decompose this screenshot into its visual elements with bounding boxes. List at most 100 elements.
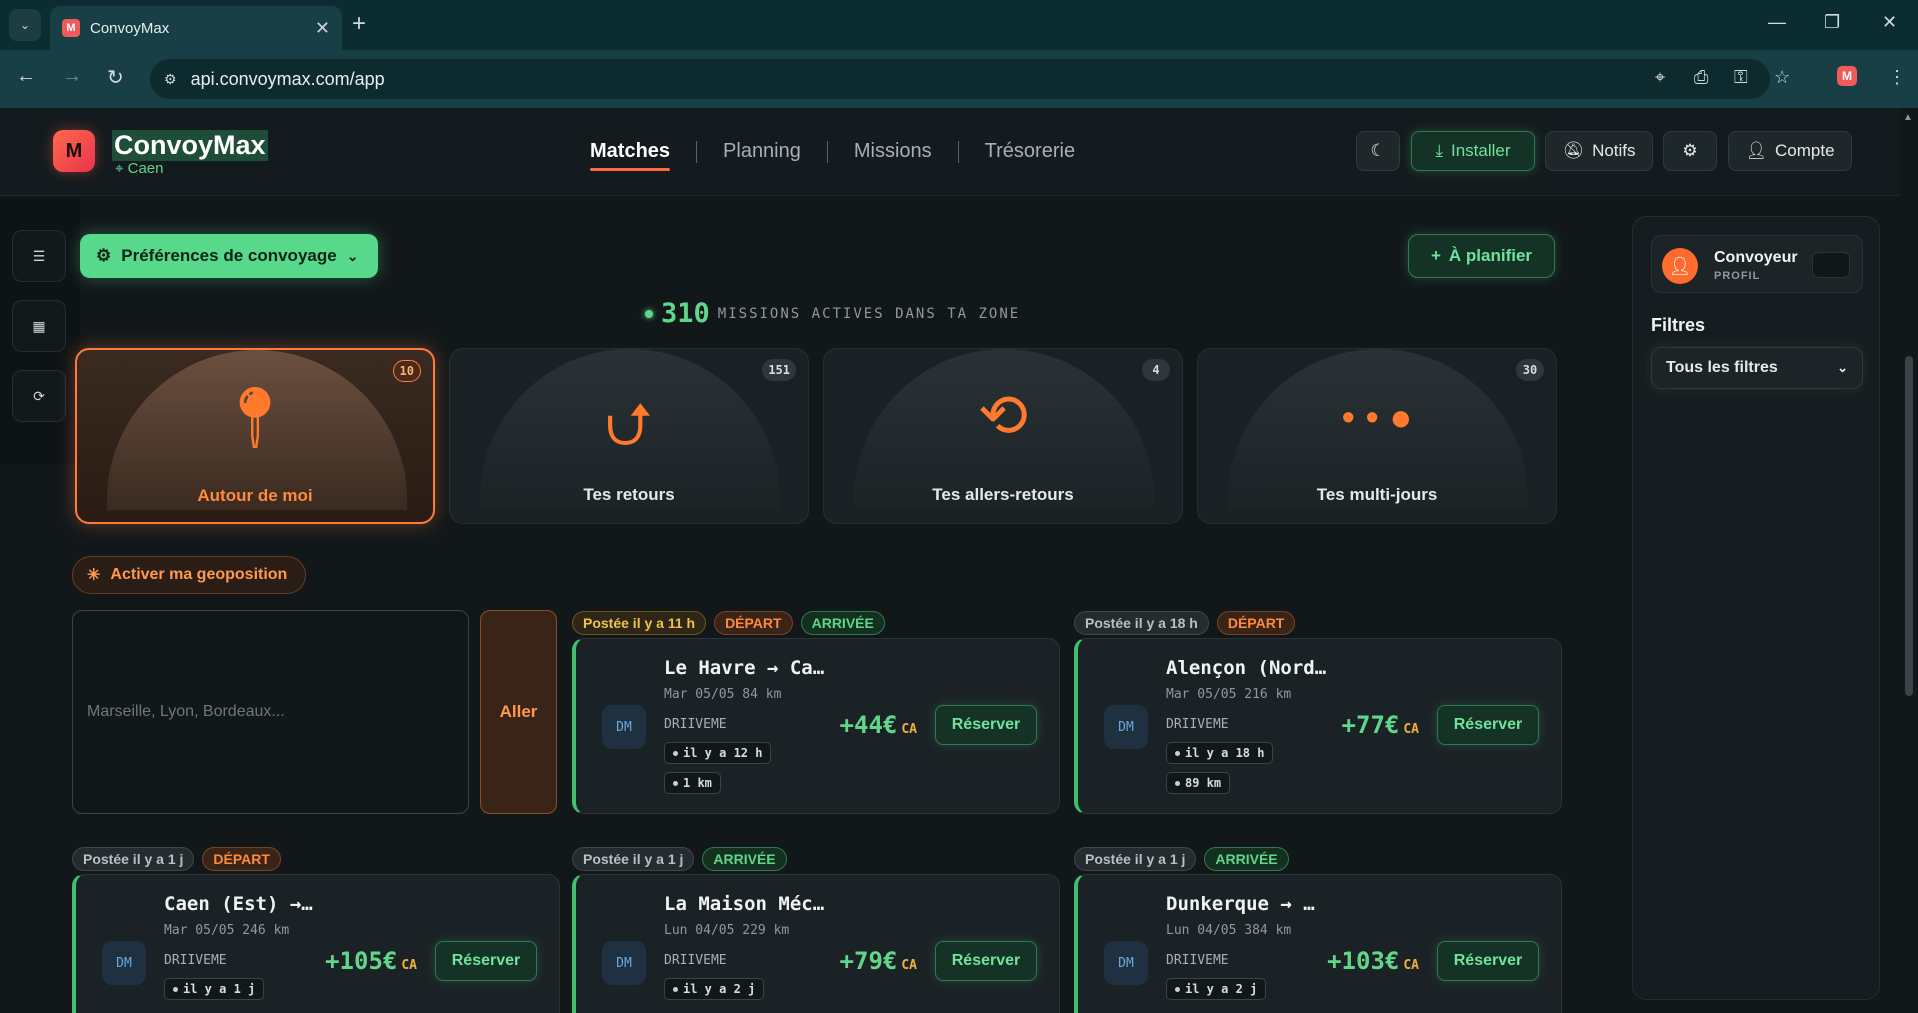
price-value: +103€ — [1327, 947, 1400, 975]
price-unit: CA — [901, 958, 917, 973]
filters-select[interactable]: Tous les filtres ⌄ — [1651, 347, 1863, 389]
profile-card[interactable]: 👤︎ Convoyeur PROFIL — [1651, 235, 1863, 293]
reserve-button[interactable]: Réserver — [935, 941, 1037, 981]
mission-company: DRIIVEME — [164, 953, 227, 968]
preferences-button[interactable]: ⚙ Préférences de convoyage ⌄ — [80, 234, 378, 278]
bookmark-star-icon[interactable]: ☆ — [1774, 67, 1790, 88]
company-avatar: DM — [1104, 705, 1148, 749]
mission-tags: Postée il y a 1 j DÉPART — [72, 847, 281, 871]
mission-card[interactable]: DM Caen (Est) →… Mar 05/05 246 km DRIIVE… — [72, 874, 560, 1013]
reserve-button[interactable]: Réserver — [935, 705, 1037, 745]
install-app-icon[interactable]: ⎙ — [1694, 67, 1708, 88]
mission-tags: Postée il y a 18 h DÉPART — [1074, 611, 1296, 635]
browser-tab[interactable]: M ConvoyMax ✕ — [50, 6, 342, 50]
dot-icon — [673, 750, 678, 756]
mission-card[interactable]: DM Alençon (Nord… Mar 05/05 216 km DRIIV… — [1074, 638, 1562, 814]
install-button[interactable]: ⤓ Installer — [1411, 131, 1535, 171]
mission-price: +79€ CA — [840, 947, 917, 975]
tab-search-button[interactable]: ⌄ — [9, 9, 41, 41]
category-tes-retours[interactable]: ⮍ Tes retours 151 — [449, 348, 809, 524]
search-placeholder: Marseille, Lyon, Bordeaux... — [87, 703, 285, 720]
plan-label: À planifier — [1448, 246, 1533, 265]
category-tes-allers-retours[interactable]: ⟲ Tes allers-retours 4 — [823, 348, 1183, 524]
mission-card[interactable]: DM Le Havre → Ca… Mar 05/05 84 km DRIIVE… — [572, 638, 1060, 814]
distance-chip: 89 km — [1166, 772, 1231, 794]
mission-price: +105€ CA — [325, 947, 417, 975]
forward-icon[interactable]: → — [62, 65, 82, 88]
page-scrollbar[interactable]: ▲ — [1900, 108, 1918, 1013]
reserve-button[interactable]: Réserver — [1437, 705, 1539, 745]
gear-icon: ⚙ — [96, 246, 112, 265]
mission-company: DRIIVEME — [1166, 953, 1229, 968]
reserve-button[interactable]: Réserver — [1437, 941, 1539, 981]
age-chip-label: il y a 18 h — [1185, 746, 1265, 760]
nav-planning[interactable]: Planning — [697, 140, 827, 163]
more-menu-icon[interactable]: ⋮ — [1888, 67, 1906, 88]
minimize-icon[interactable]: — — [1768, 12, 1786, 33]
city-search-input[interactable]: Marseille, Lyon, Bordeaux... — [72, 610, 469, 814]
refresh-icon: ⟳ — [33, 387, 45, 404]
plan-button[interactable]: + À planifier — [1408, 234, 1555, 278]
profile-toggle[interactable] — [1812, 252, 1850, 278]
theme-toggle-button[interactable]: ☾ — [1356, 131, 1400, 171]
settings-button[interactable]: ⚙ — [1663, 131, 1717, 171]
current-city[interactable]: ⌖ Caen — [115, 160, 163, 177]
nav-missions[interactable]: Missions — [828, 140, 958, 163]
account-button[interactable]: 👤︎ Compte — [1728, 131, 1852, 171]
back-icon[interactable]: ← — [16, 65, 36, 88]
chevron-down-icon: ⌄ — [1837, 360, 1848, 375]
scroll-up-icon[interactable]: ▲ — [1903, 112, 1913, 123]
category-count: 10 — [392, 360, 421, 382]
password-key-icon[interactable]: ⚿ — [1734, 67, 1748, 88]
filter-icon: ☰ — [32, 247, 46, 264]
age-chip-label: il y a 2 j — [683, 982, 756, 996]
category-label: Tes retours — [583, 485, 675, 504]
company-avatar: DM — [102, 941, 146, 985]
geolocation-button[interactable]: ✳ Activer ma geoposition — [72, 556, 306, 594]
new-tab-icon[interactable]: + — [352, 10, 366, 38]
profile-role: PROFIL — [1714, 270, 1761, 282]
arrival-badge: ARRIVÉE — [702, 847, 787, 871]
dot-icon — [173, 986, 178, 992]
extension-icon[interactable]: M — [1837, 66, 1857, 86]
active-missions-summary: 310 MISSIONS ACTIVES DANS TA ZONE — [645, 298, 1020, 329]
distance-chip-label: 1 km — [683, 776, 712, 790]
app-header: M ConvoyMax ⌖ Caen Matches Planning Miss… — [0, 108, 1900, 196]
location-icon[interactable]: ⌖ — [1655, 67, 1665, 88]
filter-rail-button[interactable]: ☰ — [12, 230, 66, 282]
category-label: Autour de moi — [197, 486, 313, 505]
logo[interactable]: M — [53, 130, 95, 172]
browser-tab-bar: ⌄ M ConvoyMax ✕ + — ❐ ✕ — [0, 0, 1918, 50]
live-dot-icon — [645, 309, 653, 318]
city-label: Caen — [127, 160, 164, 177]
mission-card[interactable]: DM La Maison Méc… Lun 04/05 229 km DRIIV… — [572, 874, 1060, 1013]
category-autour-de-moi[interactable]: 📍︎ Autour de moi 10 — [75, 348, 435, 524]
notifs-button[interactable]: 🔕︎ Notifs — [1545, 131, 1653, 171]
nav-matches[interactable]: Matches — [590, 140, 696, 171]
address-input[interactable]: ⚙ api.convoymax.com/app — [150, 59, 1770, 99]
close-icon[interactable]: ✕ — [315, 18, 330, 39]
departure-badge: DÉPART — [202, 847, 281, 871]
mission-card[interactable]: DM Dunkerque → … Lun 04/05 384 km DRIIVE… — [1074, 874, 1562, 1013]
refresh-rail-button[interactable]: ⟳ — [12, 370, 66, 422]
arrival-badge: ARRIVÉE — [800, 611, 885, 635]
install-label: Installer — [1450, 141, 1511, 160]
restore-icon[interactable]: ❐ — [1824, 12, 1840, 33]
company-avatar: DM — [1104, 941, 1148, 985]
grid-rail-button[interactable]: ▦ — [12, 300, 66, 352]
window-close-icon[interactable]: ✕ — [1882, 12, 1897, 33]
reserve-button[interactable]: Réserver — [435, 941, 537, 981]
pin-icon: ⌖ — [115, 160, 124, 177]
search-go-button[interactable]: Aller — [480, 610, 557, 814]
site-info-icon[interactable]: ⚙ — [164, 71, 177, 88]
category-tes-multi-jours[interactable]: • • ● Tes multi-jours 30 — [1197, 348, 1557, 524]
brand-name: ConvoyMax — [112, 130, 268, 161]
mission-route: Dunkerque → … — [1166, 893, 1315, 915]
reload-icon[interactable]: ↻ — [107, 65, 124, 90]
nav-tresorerie[interactable]: Trésorerie — [959, 140, 1101, 163]
scrollbar-thumb[interactable] — [1905, 356, 1913, 696]
chevron-down-icon: ⌄ — [19, 18, 31, 32]
mission-route: La Maison Méc… — [664, 893, 825, 915]
notifs-label: Notifs — [1592, 141, 1636, 160]
price-unit: CA — [901, 722, 917, 737]
